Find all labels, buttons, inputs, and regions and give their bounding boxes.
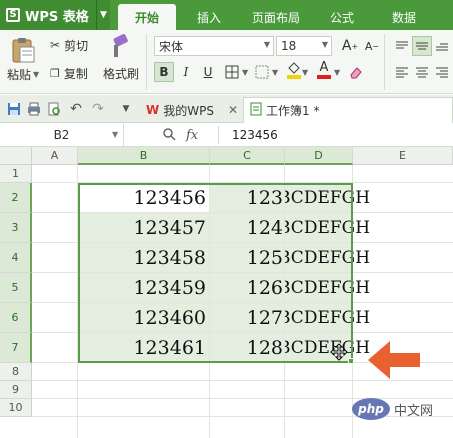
font-color-dropdown-icon[interactable]: ▼ [334,68,340,77]
tab-formulas[interactable]: 公式 [320,4,364,30]
search-icon[interactable] [162,127,176,144]
align-left-icon[interactable] [392,62,412,82]
cut-label: 剪切 [64,38,89,53]
tab-page-layout[interactable]: 页面布局 [240,4,312,30]
ribbon-divider [146,34,147,90]
app-title: WPS 表格 [25,9,89,25]
wps-w-icon: W [146,103,160,117]
tab-home[interactable]: 开始 [118,4,176,30]
app-menu-dropdown-icon[interactable]: ▼ [96,0,110,30]
column-header-e[interactable]: E [353,147,453,165]
row-header-7[interactable]: 7 [0,333,32,363]
doc-tab-label: 工作簿1 * [266,104,320,118]
doc-tab-workbook[interactable]: 工作簿1 * [243,97,453,123]
select-all-corner[interactable] [0,147,32,165]
underline-button[interactable]: U [198,62,218,82]
row-header-5[interactable]: 5 [0,273,32,303]
insert-function-button[interactable]: fx [186,124,198,146]
copy-label: 复制 [63,66,88,81]
copy-button[interactable]: ❐ 复制 [50,64,88,82]
close-icon[interactable]: ✕ [228,103,238,117]
decrease-font-glyph: A [364,39,373,53]
undo-icon[interactable]: ↶ [68,101,84,117]
app-menu-button[interactable]: S WPS 表格 [0,0,96,30]
column-header-d[interactable]: D [285,147,353,165]
cut-button[interactable]: ✂ 剪切 [50,36,88,54]
name-box[interactable]: B2 [0,124,124,146]
increase-font-glyph: A [341,38,352,54]
save-icon[interactable] [6,101,22,117]
php-logo: php [352,398,390,420]
formula-bar-divider [218,126,219,144]
row-header-10[interactable]: 10 [0,399,32,417]
row-header-2[interactable]: 2 [0,183,32,213]
copy-icon: ❐ [50,66,60,80]
annotation-arrow-icon [366,338,422,385]
font-name-value: 宋体 [159,39,184,54]
move-cursor-icon [330,343,348,364]
align-bottom-icon[interactable] [432,36,452,56]
font-color-swatch [317,75,331,79]
font-name-select[interactable]: 宋体 ▼ [154,36,274,56]
chevron-down-icon: ▼ [263,40,270,49]
print-preview-icon[interactable] [46,101,62,117]
quick-access-dropdown-icon[interactable]: ▼ [118,101,134,117]
paste-label: 粘贴 [7,67,32,82]
decrease-font-size-button[interactable]: A − [362,36,382,56]
cell-style-icon[interactable] [252,62,272,82]
row-header-8[interactable]: 8 [0,363,32,381]
chevron-down-icon: ▼ [321,40,328,49]
scissors-icon: ✂ [50,38,61,52]
font-color-button[interactable]: A [314,60,334,80]
cell-style-dropdown-icon[interactable]: ▼ [272,68,278,77]
column-header-c[interactable]: C [210,147,285,165]
font-color-glyph: A [319,60,329,75]
doc-tab-my-wps[interactable]: W 我的WPS ✕ [140,97,242,123]
ribbon-divider [384,34,385,90]
row-header-4[interactable]: 4 [0,243,32,273]
row-header-1[interactable]: 1 [0,165,32,183]
fill-color-dropdown-icon[interactable]: ▼ [302,68,308,77]
column-header-a[interactable]: A [32,147,78,165]
fill-color-icon[interactable] [284,60,304,80]
paste-dropdown-icon[interactable]: ▼ [33,70,39,79]
borders-icon[interactable] [222,62,242,82]
increase-font-size-button[interactable]: A + [340,36,360,56]
watermark-text: 中文网 [394,403,434,419]
row-header-3[interactable]: 3 [0,213,32,243]
bold-button[interactable]: B [154,62,174,82]
fill-handle[interactable] [348,358,354,364]
redo-icon[interactable]: ↷ [90,101,106,117]
align-right-icon[interactable] [432,62,452,82]
format-painter-button[interactable]: 格式刷 [103,64,139,82]
formula-input[interactable]: 123456 [232,124,278,146]
borders-dropdown-icon[interactable]: ▼ [242,68,248,77]
column-header-b[interactable]: B [78,147,210,165]
wps-logo-icon: S [6,8,20,22]
sheet-file-icon [250,102,262,119]
align-top-icon[interactable] [392,36,412,56]
paste-button[interactable]: 粘贴 ▼ [7,66,39,82]
print-icon[interactable] [26,101,42,117]
tab-data[interactable]: 数据 [382,4,426,30]
selection-border [78,183,353,363]
name-box-dropdown-icon[interactable]: ▼ [112,130,118,139]
tab-insert[interactable]: 插入 [185,4,233,30]
align-middle-icon[interactable] [412,36,432,56]
row-header-6[interactable]: 6 [0,303,32,333]
italic-button[interactable]: I [176,62,196,82]
font-size-value: 18 [281,39,297,53]
clear-format-icon[interactable] [346,62,366,82]
doc-tab-label: 我的WPS [163,103,214,118]
font-size-select[interactable]: 18 ▼ [276,36,332,56]
row-header-9[interactable]: 9 [0,381,32,399]
format-painter-icon[interactable] [108,34,130,60]
align-center-icon[interactable] [412,62,432,82]
watermark: php 中文网 [352,396,452,422]
paste-icon[interactable] [8,36,38,64]
